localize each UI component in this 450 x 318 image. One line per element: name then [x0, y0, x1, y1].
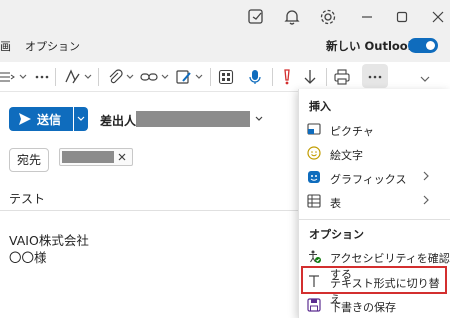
minimize-icon[interactable]: [357, 7, 377, 27]
chevron-right-icon: [422, 193, 430, 207]
table-icon: [307, 194, 321, 208]
more-icon[interactable]: [368, 68, 382, 86]
accessibility-icon: [307, 249, 321, 263]
chevron-down-icon[interactable]: [195, 68, 203, 86]
chevron-down-icon[interactable]: [161, 68, 169, 86]
paperclip-icon[interactable]: [107, 68, 123, 86]
body-line[interactable]: 〇〇様: [9, 247, 47, 266]
ribbon-separator: [210, 68, 211, 86]
ribbon-separator: [272, 68, 273, 86]
emoji-icon: [307, 146, 321, 160]
subject-field[interactable]: テスト: [9, 190, 45, 207]
send-options-button[interactable]: [74, 107, 88, 131]
title-bar: [0, 0, 450, 34]
chevron-down-icon[interactable]: [420, 68, 430, 86]
to-button[interactable]: 宛先: [9, 148, 49, 172]
indent-icon[interactable]: [0, 68, 16, 86]
maximize-icon[interactable]: [392, 7, 412, 27]
from-address-redacted[interactable]: [136, 111, 250, 127]
tab-options[interactable]: オプション: [25, 38, 80, 54]
new-outlook-label: 新しい Outlook: [326, 39, 416, 53]
send-icon: [19, 113, 31, 125]
new-outlook-toggle[interactable]: [408, 38, 438, 53]
ribbon-separator: [326, 68, 327, 86]
print-icon[interactable]: [334, 68, 350, 86]
from-label: 差出人:: [100, 114, 141, 128]
ribbon-separator: [98, 68, 99, 86]
chevron-down-icon[interactable]: [126, 68, 134, 86]
close-icon[interactable]: [428, 7, 448, 27]
ribbon-separator: [55, 68, 56, 86]
chevron-down-icon[interactable]: [84, 68, 92, 86]
recipient-redacted: [62, 151, 114, 163]
send-label: 送信: [37, 113, 62, 127]
tab-partial[interactable]: 画: [0, 38, 11, 54]
menu-item-graphics[interactable]: グラフィックス: [330, 171, 406, 187]
importance-icon[interactable]: [282, 68, 292, 86]
link-icon[interactable]: [140, 68, 158, 86]
send-button[interactable]: 送信: [9, 107, 73, 131]
low-importance-icon[interactable]: [303, 68, 317, 86]
subject-divider: [0, 210, 300, 211]
more-icon[interactable]: [35, 68, 49, 86]
highlight-annotation: [301, 266, 447, 294]
menu-item-emoji[interactable]: 絵文字: [330, 147, 363, 163]
save-icon: [307, 298, 321, 312]
gear-icon[interactable]: [318, 7, 338, 27]
notes-icon[interactable]: [246, 7, 266, 27]
bell-icon[interactable]: [282, 7, 302, 27]
signature-icon[interactable]: [176, 68, 192, 86]
remove-recipient-icon[interactable]: [117, 152, 127, 162]
chevron-down-icon[interactable]: [254, 114, 264, 124]
styles-icon[interactable]: [64, 68, 80, 86]
insert-heading: 挿入: [309, 100, 331, 113]
menu-item-save-draft[interactable]: 下書きの保存: [330, 299, 396, 315]
chevron-down-icon[interactable]: [19, 68, 27, 86]
menu-divider: [298, 219, 450, 220]
menu-item-table[interactable]: 表: [330, 195, 341, 211]
picture-icon: [307, 122, 321, 136]
menu-item-picture[interactable]: ピクチャ: [330, 123, 374, 139]
options-heading: オプション: [309, 228, 364, 241]
chevron-right-icon: [422, 169, 430, 183]
chevron-down-icon: [77, 116, 85, 121]
microphone-icon[interactable]: [249, 68, 261, 86]
graphics-icon: [307, 170, 321, 184]
apps-icon[interactable]: [218, 68, 234, 86]
